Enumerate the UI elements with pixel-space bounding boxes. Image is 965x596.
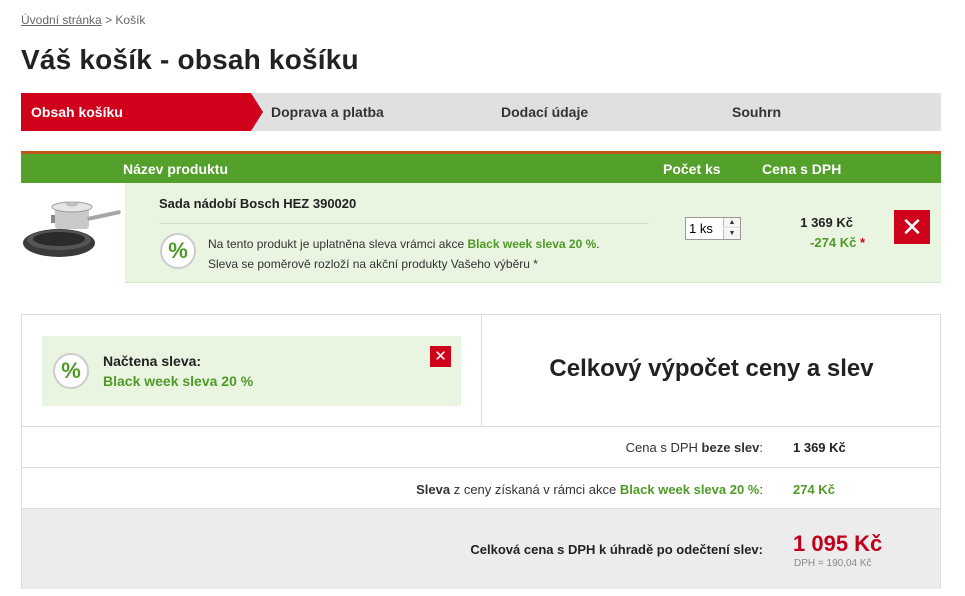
breadcrumb-separator: > — [105, 13, 113, 27]
step-label: Doprava a platba — [271, 104, 384, 120]
page-title: Váš košík - obsah košíku — [21, 44, 359, 75]
item-discount: -274 Kč * — [810, 235, 865, 250]
applied-discount-name: Black week sleva 20 % — [103, 373, 254, 389]
breadcrumb: Úvodní stránka > Košík — [21, 13, 145, 27]
close-icon: ✕ — [901, 212, 923, 242]
label-mid: z ceny získaná v rámci akce — [450, 482, 620, 497]
summary-row-price-without-discount: Cena s DPH beze slev: 1 369 Kč — [22, 426, 940, 467]
percent-discount-icon: % — [53, 353, 89, 389]
promo-note: Na tento produkt je uplatněna sleva vrám… — [208, 234, 600, 274]
vat-note: DPH = 190,04 Kč — [794, 558, 872, 569]
step-label: Dodací údaje — [501, 104, 589, 120]
row-label: Cena s DPH beze slev: — [626, 440, 763, 455]
quantity-input[interactable] — [686, 218, 724, 239]
step-delivery-details[interactable]: Dodací údaje — [501, 93, 711, 131]
total-label: Celková cena s DPH k úhradě po odečtení … — [470, 542, 763, 557]
percent-discount-icon: % — [160, 233, 196, 269]
quantity-stepper[interactable]: ▲ ▼ — [685, 217, 741, 240]
remove-discount-button[interactable]: ✕ — [430, 346, 451, 367]
product-name-link[interactable]: Sada nádobí Bosch HEZ 390020 — [159, 196, 356, 211]
item-price: 1 369 Kč — [800, 215, 853, 230]
label-bold: Sleva — [416, 482, 451, 497]
breadcrumb-home-link[interactable]: Úvodní stránka — [21, 13, 102, 27]
cookware-set-image — [23, 201, 121, 257]
step-arrow — [251, 93, 263, 131]
step-label: Souhrn — [732, 104, 781, 120]
quantity-down-arrow-icon[interactable]: ▼ — [723, 229, 740, 239]
product-thumbnail[interactable] — [21, 183, 125, 283]
header-quantity: Počet ks — [663, 161, 721, 177]
row-value: 274 Kč — [793, 482, 835, 497]
label-promo-name: Black week sleva 20 % — [619, 482, 760, 497]
summary-title: Celkový výpočet ceny a slev — [549, 355, 874, 382]
label-prefix: Cena s DPH — [625, 440, 702, 455]
close-icon: ✕ — [434, 348, 447, 365]
promo-suffix: . — [596, 237, 600, 251]
label-suffix: : — [759, 440, 763, 455]
header-product-name: Název produktu — [123, 161, 229, 177]
remove-item-button[interactable]: ✕ — [894, 210, 930, 244]
row-divider — [159, 223, 649, 224]
discount-value: -274 Kč — [810, 235, 857, 250]
breadcrumb-current: Košík — [115, 13, 146, 27]
step-shipping-payment[interactable]: Doprava a platba — [271, 93, 481, 131]
row-value: 1 369 Kč — [793, 440, 846, 455]
row-label: Sleva z ceny získaná v rámci akce Black … — [416, 482, 763, 497]
checkout-steps: Obsah košíku Doprava a platba Dodací úda… — [21, 93, 941, 131]
promo-line-1: Na tento produkt je uplatněna sleva vrám… — [208, 234, 600, 254]
promo-line-2: Sleva se poměrově rozloží na akční produ… — [208, 257, 538, 271]
price-summary-panel: % Načtena sleva: Black week sleva 20 % ✕… — [21, 314, 941, 589]
cart-table-header: Název produktu Počet ks Cena s DPH — [21, 151, 941, 183]
discount-footnote-star: * — [859, 235, 865, 250]
step-cart-contents[interactable]: Obsah košíku — [21, 93, 263, 131]
applied-discount-label: Načtena sleva: — [103, 353, 202, 369]
step-label: Obsah košíku — [31, 104, 123, 120]
summary-row-total: Celková cena s DPH k úhradě po odečtení … — [22, 508, 940, 589]
header-price: Cena s DPH — [762, 161, 842, 177]
step-summary[interactable]: Souhrn — [732, 93, 941, 131]
quantity-up-arrow-icon[interactable]: ▲ — [723, 218, 740, 228]
total-value: 1 095 Kč — [793, 531, 883, 556]
applied-discount-box: % Načtena sleva: Black week sleva 20 % ✕ — [42, 336, 461, 406]
promo-name: Black week sleva 20 % — [467, 237, 597, 251]
summary-row-discount: Sleva z ceny získaná v rámci akce Black … — [22, 467, 940, 508]
label-suffix: : — [759, 482, 763, 497]
label-bold: beze slev — [701, 440, 760, 455]
promo-prefix: Na tento produkt je uplatněna sleva vrám… — [208, 237, 465, 251]
cart-item-row: Sada nádobí Bosch HEZ 390020 % Na tento … — [21, 183, 941, 283]
